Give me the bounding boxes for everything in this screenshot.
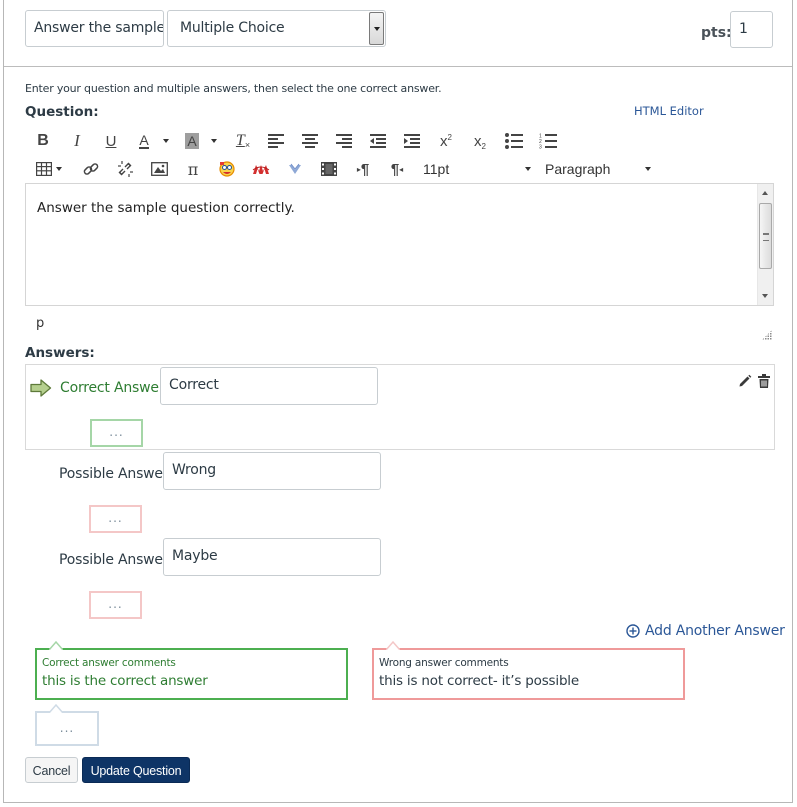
correct-answer-label: Correct Answer (60, 380, 165, 396)
question-editor[interactable]: Answer the sample question correctly. (25, 183, 774, 306)
mcgraw-hill-icon[interactable] (252, 157, 270, 181)
answer-input[interactable]: Maybe (163, 538, 381, 576)
chevron-down-icon[interactable] (369, 12, 384, 45)
rtl-paragraph-icon[interactable]: ¶ ◂ (388, 157, 406, 181)
lti-app-icon[interactable] (218, 157, 236, 181)
font-size-select[interactable]: 11pt (423, 157, 531, 181)
scroll-thumb[interactable] (759, 203, 772, 269)
align-left-icon[interactable] (267, 129, 285, 153)
block-format-select[interactable]: Paragraph (545, 157, 651, 181)
question-editor-frame: Answer the sample Multiple Choice pts: 1… (3, 0, 793, 803)
table-icon[interactable] (34, 157, 64, 181)
instructions-text: Enter your question and multiple answers… (25, 82, 442, 95)
answer-comment-button[interactable]: ... (89, 505, 142, 533)
link-icon[interactable] (82, 157, 100, 181)
font-size-value: 11pt (423, 161, 450, 177)
answer-comment-button[interactable]: ... (90, 419, 143, 447)
html-editor-link[interactable]: HTML Editor (634, 104, 704, 118)
editor-scrollbar[interactable] (757, 184, 773, 305)
trash-icon[interactable] (758, 373, 770, 392)
points-input[interactable]: 1 (730, 11, 773, 48)
pencil-icon[interactable] (738, 373, 752, 392)
media-icon[interactable] (320, 157, 338, 181)
chevron-down-icon (525, 167, 531, 171)
answer-input[interactable]: Correct (160, 367, 378, 405)
math-pi-icon[interactable]: π (184, 157, 202, 181)
answer-row-correct: Correct Answer Correct ... (25, 364, 775, 450)
align-right-icon[interactable] (335, 129, 353, 153)
scroll-down-arrow-icon[interactable] (762, 294, 768, 298)
possible-answer-label: Possible Answer (59, 466, 169, 482)
points-label: pts: (701, 25, 732, 41)
clear-formatting-icon[interactable]: T × (234, 129, 252, 153)
numbered-list-icon[interactable]: 123 (539, 129, 557, 153)
question-label: Question: (25, 104, 99, 120)
question-header: Answer the sample Multiple Choice pts: 1 (4, 0, 792, 67)
text-color-icon[interactable]: A (135, 129, 153, 153)
scroll-up-arrow-icon[interactable] (762, 191, 768, 195)
vimeo-v-icon[interactable] (286, 157, 304, 181)
pointer-caret (49, 641, 63, 650)
correct-comments-title: Correct answer comments (42, 657, 176, 669)
question-type-select[interactable]: Multiple Choice (167, 10, 386, 47)
pointer-caret (49, 704, 63, 713)
outdent-icon[interactable] (369, 129, 387, 153)
background-color-dropdown[interactable] (209, 129, 219, 153)
wrong-comments-title: Wrong answer comments (379, 657, 509, 669)
general-comment-label: ... (59, 721, 75, 735)
pointer-caret (386, 641, 400, 650)
text-color-dropdown[interactable] (161, 129, 171, 153)
editor-toolbar-row-1: B I U A A T × x 2 x 2 1 2 3 (25, 129, 565, 153)
general-comment-button[interactable]: ... (35, 704, 99, 746)
editor-status-path[interactable]: p (36, 316, 44, 331)
ltr-paragraph-icon[interactable]: ▸ ¶ (354, 157, 372, 181)
subscript-icon[interactable]: x2 (471, 129, 489, 153)
resize-grip-icon[interactable] (762, 330, 772, 340)
unlink-icon[interactable] (116, 157, 134, 181)
chevron-down-icon (645, 167, 651, 171)
question-title-input[interactable]: Answer the sample (25, 10, 164, 47)
answer-comment-button[interactable]: ... (89, 591, 142, 619)
question-text[interactable]: Answer the sample question correctly. (37, 200, 295, 216)
italic-icon[interactable]: I (69, 129, 85, 153)
question-type-value: Multiple Choice (180, 20, 285, 36)
answer-input[interactable]: Wrong (163, 452, 381, 490)
image-icon[interactable] (150, 157, 168, 181)
answer-actions (738, 373, 770, 392)
table-dropdown-caret (56, 167, 62, 171)
wrong-answer-comments[interactable]: Wrong answer comments this is not correc… (372, 641, 685, 700)
cancel-button[interactable]: Cancel (25, 757, 78, 783)
possible-answer-label: Possible Answer (59, 552, 169, 568)
correct-comments-body[interactable]: this is the correct answer (42, 673, 341, 689)
svg-text:3: 3 (539, 145, 542, 150)
block-format-value: Paragraph (545, 161, 611, 177)
update-question-button[interactable]: Update Question (82, 757, 190, 783)
add-another-answer-label: Add Another Answer (645, 623, 785, 639)
bold-icon[interactable]: B (35, 129, 51, 153)
underline-icon[interactable]: U (103, 129, 119, 153)
correct-answer-comments[interactable]: Correct answer comments this is the corr… (35, 641, 348, 700)
answers-label: Answers: (25, 345, 95, 361)
add-another-answer-link[interactable]: Add Another Answer (626, 623, 785, 639)
editor-toolbar-row-2: π ▸ ¶ ¶ ◂ 11pt Paragraph (25, 157, 665, 181)
align-center-icon[interactable] (301, 129, 319, 153)
indent-icon[interactable] (403, 129, 421, 153)
superscript-icon[interactable]: x2 (437, 129, 455, 153)
wrong-comments-body[interactable]: this is not correct- it’s possible (379, 673, 678, 689)
bullet-list-icon[interactable] (505, 129, 523, 153)
plus-circle-icon (626, 624, 640, 638)
background-color-icon[interactable]: A (183, 129, 201, 153)
correct-answer-arrow-icon[interactable] (30, 379, 52, 401)
